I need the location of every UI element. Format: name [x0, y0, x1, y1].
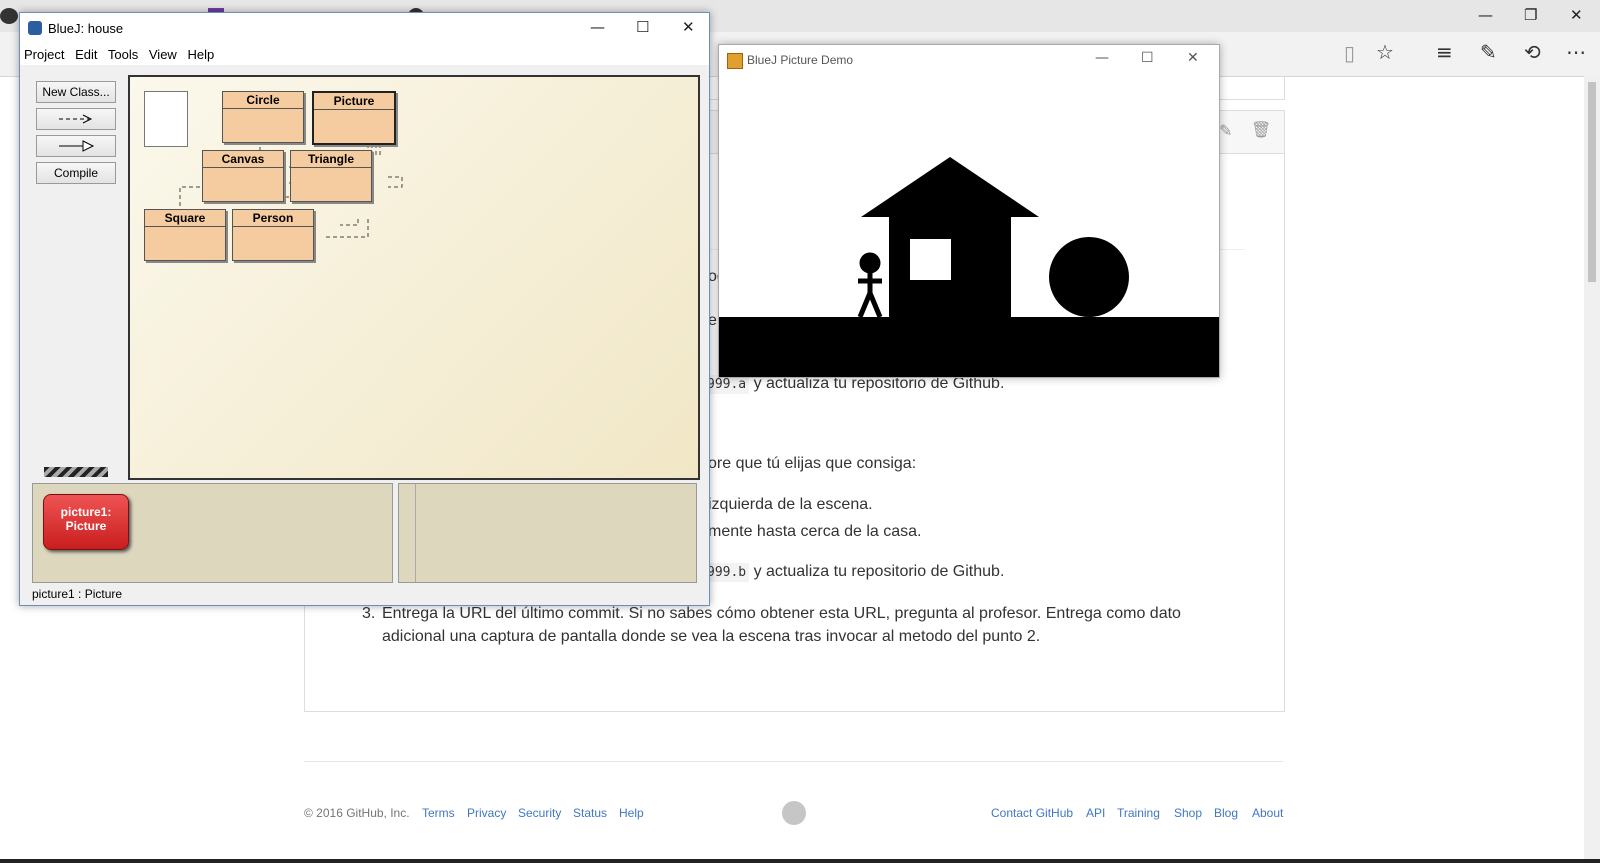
github-tab-icon[interactable] [0, 8, 18, 24]
compile-button[interactable]: Compile [36, 162, 116, 184]
progress-indicator [44, 467, 108, 477]
footer-link-status[interactable]: Status [573, 806, 607, 820]
class-triangle[interactable]: Triangle [290, 150, 372, 202]
bluej-minimize-button[interactable]: — [590, 18, 605, 36]
trash-icon[interactable]: 🗑 [1251, 120, 1271, 139]
favorite-star-icon[interactable]: ☆ [1376, 40, 1394, 64]
picture-demo-window: BlueJ Picture Demo — ☐ ✕ [718, 44, 1220, 378]
sun [1049, 237, 1129, 317]
uses-arrow-button[interactable] [36, 108, 116, 130]
footer-link-api[interactable]: API [1086, 806, 1105, 820]
footer-link-privacy[interactable]: Privacy [467, 806, 506, 820]
demo-title: BlueJ Picture Demo [747, 53, 854, 67]
demo-minimize-button[interactable]: — [1095, 50, 1109, 66]
footer-divider [304, 761, 1283, 762]
class-circle[interactable]: Circle [222, 91, 304, 143]
list-number-3: 3. [362, 605, 376, 622]
class-square[interactable]: Square [144, 209, 226, 261]
menu-help[interactable]: Help [187, 47, 214, 62]
class-square-label: Square [145, 210, 225, 227]
bluej-title-bar[interactable]: BlueJ: house — ☐ ✕ [20, 13, 709, 43]
class-triangle-label: Triangle [291, 151, 371, 168]
github-logo-icon[interactable] [782, 801, 806, 825]
class-canvas[interactable]: Canvas [202, 150, 284, 202]
menu-tools[interactable]: Tools [108, 47, 138, 62]
bullet-item-2: mente hasta cerca de la casa. [708, 523, 922, 540]
footer-link-shop[interactable]: Shop [1174, 806, 1202, 820]
footer-link-terms[interactable]: Terms [422, 806, 455, 820]
footer-link-help[interactable]: Help [619, 806, 644, 820]
readme-document-icon[interactable] [144, 91, 188, 147]
dependency-arrows [179, 137, 403, 238]
bluej-window: BlueJ: house — ☐ ✕ Project Edit Tools Vi… [19, 12, 710, 606]
taskbar-edge [0, 859, 1600, 863]
menu-project[interactable]: Project [24, 47, 64, 62]
bluej-maximize-button[interactable]: ☐ [636, 18, 649, 36]
choose-text: ore que tú elijas que consiga: [708, 455, 917, 472]
inherits-arrow-button[interactable] [36, 135, 116, 157]
reading-view-icon[interactable]: ▯ [1344, 41, 1355, 65]
object-picture1[interactable]: picture1: Picture [43, 494, 129, 550]
window [910, 239, 951, 280]
bluej-status-bar: picture1 : Picture [32, 587, 123, 601]
share-icon[interactable]: ⟲ [1524, 40, 1541, 64]
menu-edit[interactable]: Edit [75, 47, 97, 62]
class-canvas-label: Canvas [203, 151, 283, 168]
footer-link-training[interactable]: Training [1117, 806, 1160, 820]
edit-pencil-icon[interactable]: ✎ [1219, 121, 1232, 140]
bullet-item-1: izquierda de la escena. [708, 496, 873, 513]
menu-view[interactable]: View [149, 47, 177, 62]
class-diagram[interactable]: Circle Picture Canvas Triangle Square Pe… [128, 75, 700, 480]
footer-link-security[interactable]: Security [518, 806, 561, 820]
demo-maximize-button[interactable]: ☐ [1141, 50, 1154, 66]
footer-link-about[interactable]: About [1252, 806, 1283, 820]
browser-restore-button[interactable]: ❐ [1524, 6, 1537, 24]
class-person[interactable]: Person [232, 209, 314, 261]
scene-canvas [719, 75, 1219, 377]
web-note-icon[interactable]: ✎ [1480, 40, 1497, 64]
step-b-rest: y actualiza tu repositorio de Github. [749, 563, 1005, 580]
new-class-button[interactable]: New Class... [36, 81, 116, 103]
scrollbar-thumb[interactable] [1588, 82, 1596, 282]
class-circle-label: Circle [223, 92, 303, 109]
code-b: 999.b [704, 563, 750, 582]
ground [719, 317, 1219, 377]
item3-line2: adicional una captura de pantalla donde … [382, 628, 1041, 645]
object-type: Picture [65, 519, 107, 533]
bluej-bird-icon [28, 21, 42, 35]
footer-link-contact[interactable]: Contact GitHub [991, 806, 1073, 820]
codepad[interactable] [398, 483, 697, 583]
object-bench[interactable]: picture1: Picture [32, 483, 393, 583]
bluej-title: BlueJ: house [48, 21, 124, 36]
bluej-menubar: Project Edit Tools View Help [20, 43, 709, 65]
step-b-text: 999.b y actualiza tu repositorio de Gith… [704, 563, 1005, 582]
browser-close-button[interactable]: ✕ [1570, 6, 1583, 24]
footer-copyright: © 2016 GitHub, Inc. [304, 806, 410, 820]
java-icon [727, 53, 743, 69]
class-person-label: Person [233, 210, 313, 227]
browser-minimize-button[interactable]: — [1478, 6, 1493, 24]
codepad-divider [415, 484, 416, 582]
item3-line1: Entrega la URL del último commit. Si no … [382, 605, 1181, 622]
class-picture-label: Picture [314, 93, 394, 110]
demo-close-button[interactable]: ✕ [1187, 50, 1199, 66]
bluej-close-button[interactable]: ✕ [682, 18, 695, 36]
more-icon[interactable]: ⋯ [1566, 40, 1586, 64]
demo-title-bar[interactable]: BlueJ Picture Demo — ☐ ✕ [719, 45, 1219, 75]
footer-link-blog[interactable]: Blog [1214, 806, 1238, 820]
class-picture[interactable]: Picture [312, 91, 396, 145]
hub-icon[interactable]: ≡ [1436, 40, 1453, 64]
object-name: picture1: [60, 505, 112, 519]
